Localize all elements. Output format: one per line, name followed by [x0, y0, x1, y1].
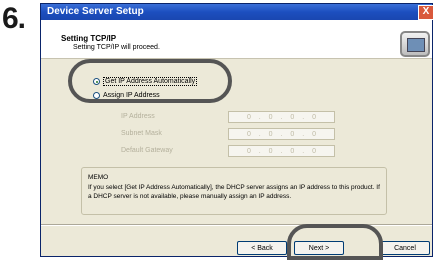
ip-octet: 0 [290, 148, 295, 155]
title-bar: Device Server Setup X [41, 4, 433, 20]
header-title: Setting TCP/IP [61, 34, 117, 43]
default-gateway-label: Default Gateway [121, 147, 173, 154]
window-title: Device Server Setup [47, 6, 144, 17]
subnet-mask-label: Subnet Mask [121, 130, 162, 137]
header-subtitle: Setting TCP/IP will proceed. [73, 44, 160, 51]
ip-octet: 0 [312, 114, 316, 121]
ip-address-label: IP Address [121, 113, 155, 120]
ip-octet: 0 [312, 148, 316, 155]
setup-window: Device Server Setup X Setting TCP/IP Set… [40, 3, 433, 257]
ip-octet: 0 [290, 131, 295, 138]
close-button[interactable]: X [418, 5, 433, 20]
callout-circle-auto-ip [68, 59, 232, 103]
ip-octet: 0 [312, 131, 316, 138]
ip-octet: 0 [246, 131, 251, 138]
step-number: 6. [2, 2, 26, 35]
wizard-header: Setting TCP/IP Setting TCP/IP will proce… [41, 20, 432, 59]
ip-octet: 0 [246, 114, 251, 121]
ip-octet: 0 [268, 148, 273, 155]
button-divider [41, 224, 432, 226]
memo-box: MEMO If you select [Get IP Address Autom… [81, 167, 387, 215]
network-computer-icon [400, 31, 430, 57]
ip-octet: 0 [268, 114, 273, 121]
callout-circle-next [287, 224, 383, 260]
subnet-mask-field[interactable]: 0. 0. 0. 0 [228, 128, 335, 140]
memo-title: MEMO [88, 174, 109, 181]
default-gateway-field[interactable]: 0. 0. 0. 0 [228, 145, 335, 157]
back-button[interactable]: < Back [237, 241, 287, 255]
ip-octet: 0 [268, 131, 273, 138]
cancel-button[interactable]: Cancel [380, 241, 430, 255]
ip-octet: 0 [246, 148, 251, 155]
ip-octet: 0 [290, 114, 295, 121]
memo-text: If you select [Get IP Address Automatica… [88, 184, 380, 200]
ip-address-field[interactable]: 0. 0. 0. 0 [228, 111, 335, 123]
